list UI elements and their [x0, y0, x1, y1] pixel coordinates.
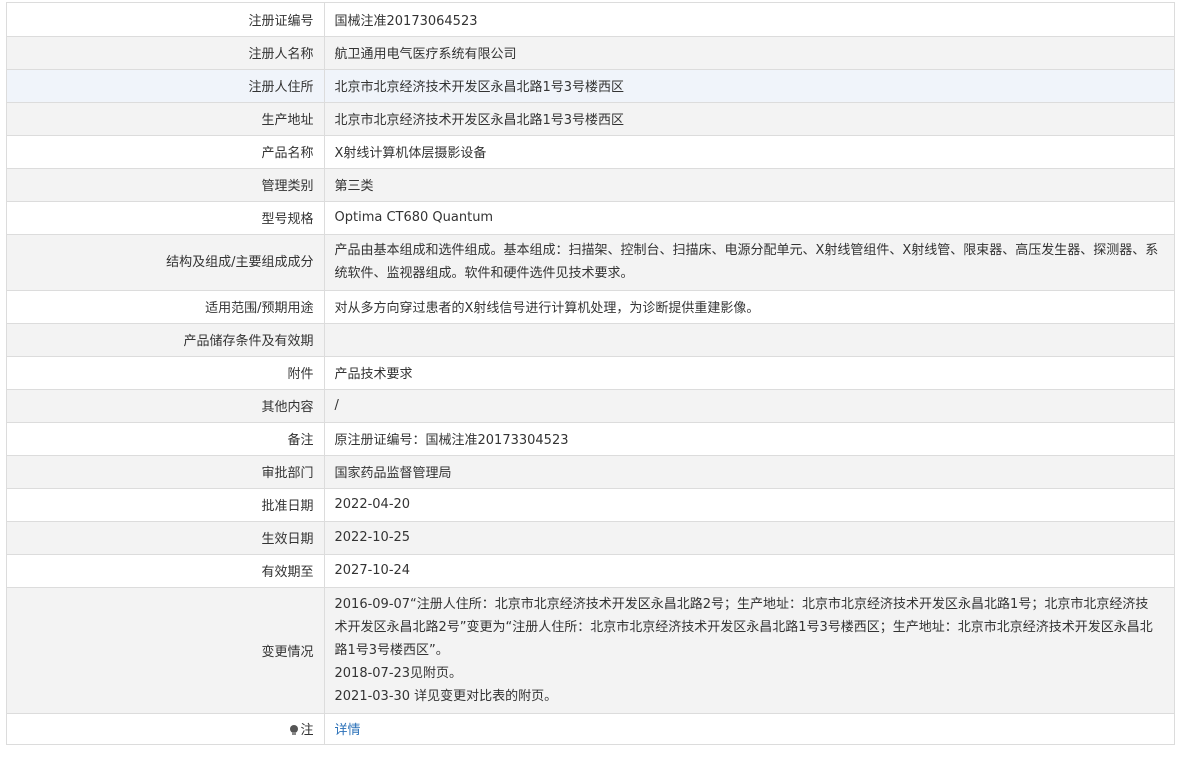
value-registrant-address: 北京市北京经济技术开发区永昌北路1号3号楼西区 [324, 69, 1174, 103]
value-storage-conditions [324, 323, 1174, 357]
registration-detail-table: 注册证编号 国械注准20173064523 注册人名称 航卫通用电气医疗系统有限… [6, 2, 1175, 745]
row-product-name: 产品名称 X射线计算机体层摄影设备 [7, 135, 1174, 169]
row-storage-conditions: 产品储存条件及有效期 [7, 323, 1174, 357]
details-link[interactable]: 详情 [335, 723, 361, 738]
label-model-spec: 型号规格 [7, 201, 325, 235]
row-valid-until: 有效期至 2027-10-24 [7, 554, 1174, 588]
label-structure: 结构及组成/主要组成成分 [7, 234, 325, 291]
value-product-name: X射线计算机体层摄影设备 [324, 135, 1174, 169]
label-intended-use: 适用范围/预期用途 [7, 290, 325, 324]
value-registrant-name: 航卫通用电气医疗系统有限公司 [324, 36, 1174, 70]
row-model-spec: 型号规格 Optima CT680 Quantum [7, 201, 1174, 235]
row-approval-department: 审批部门 国家药品监督管理局 [7, 455, 1174, 489]
label-change-history: 变更情况 [7, 587, 325, 714]
change-history-lines: 2016-09-07“注册人住所：北京市北京经济技术开发区永昌北路2号；生产地址… [335, 591, 1161, 710]
value-registration-number: 国械注准20173064523 [324, 3, 1174, 37]
change-line: 2018-07-23见附页。 [334, 665, 463, 681]
value-note: 详情 [324, 713, 1174, 745]
value-effective-date: 2022-10-25 [324, 521, 1174, 555]
lightbulb-icon [290, 725, 299, 735]
row-other-content: 其他内容 / [7, 389, 1174, 423]
value-remarks: 原注册证编号：国械注准20173304523 [324, 422, 1174, 456]
row-remarks: 备注 原注册证编号：国械注准20173304523 [7, 422, 1174, 456]
label-management-category: 管理类别 [7, 168, 325, 202]
row-intended-use: 适用范围/预期用途 对从多方向穿过患者的X射线信号进行计算机处理，为诊断提供重建… [7, 290, 1174, 324]
value-approval-date: 2022-04-20 [324, 488, 1174, 522]
value-model-spec: Optima CT680 Quantum [324, 201, 1174, 235]
label-other-content: 其他内容 [7, 389, 325, 423]
row-registrant-name: 注册人名称 航卫通用电气医疗系统有限公司 [7, 36, 1174, 70]
label-registrant-name: 注册人名称 [7, 36, 325, 70]
row-note: 注 详情 [7, 713, 1174, 745]
label-registration-number: 注册证编号 [7, 3, 325, 37]
label-valid-until: 有效期至 [7, 554, 325, 588]
value-other-content: / [324, 389, 1174, 423]
value-production-address: 北京市北京经济技术开发区永昌北路1号3号楼西区 [324, 102, 1174, 136]
label-production-address: 生产地址 [7, 102, 325, 136]
value-approval-department: 国家药品监督管理局 [324, 455, 1174, 489]
row-registrant-address: 注册人住所 北京市北京经济技术开发区永昌北路1号3号楼西区 [7, 69, 1174, 103]
row-change-history: 变更情况 2016-09-07“注册人住所：北京市北京经济技术开发区永昌北路2号… [7, 587, 1174, 714]
value-management-category: 第三类 [324, 168, 1174, 202]
label-registrant-address: 注册人住所 [7, 69, 325, 103]
label-remarks: 备注 [7, 422, 325, 456]
value-structure: 产品由基本组成和选件组成。基本组成：扫描架、控制台、扫描床、电源分配单元、X射线… [324, 234, 1174, 291]
label-approval-date: 批准日期 [7, 488, 325, 522]
value-intended-use: 对从多方向穿过患者的X射线信号进行计算机处理，为诊断提供重建影像。 [324, 290, 1174, 324]
label-note: 注 [7, 713, 325, 745]
row-structure: 结构及组成/主要组成成分 产品由基本组成和选件组成。基本组成：扫描架、控制台、扫… [7, 234, 1174, 291]
row-production-address: 生产地址 北京市北京经济技术开发区永昌北路1号3号楼西区 [7, 102, 1174, 136]
row-registration-number: 注册证编号 国械注准20173064523 [7, 3, 1174, 37]
label-approval-department: 审批部门 [7, 455, 325, 489]
note-label: 注 [300, 723, 314, 738]
row-approval-date: 批准日期 2022-04-20 [7, 488, 1174, 522]
value-valid-until: 2027-10-24 [324, 554, 1174, 588]
row-effective-date: 生效日期 2022-10-25 [7, 521, 1174, 555]
change-line: 2016-09-07“注册人住所：北京市北京经济技术开发区永昌北路2号；生产地址… [334, 596, 1153, 658]
value-attachment: 产品技术要求 [324, 356, 1174, 390]
detail-table: 注册证编号 国械注准20173064523 注册人名称 航卫通用电气医疗系统有限… [7, 3, 1174, 745]
label-effective-date: 生效日期 [7, 521, 325, 555]
row-management-category: 管理类别 第三类 [7, 168, 1174, 202]
label-storage-conditions: 产品储存条件及有效期 [7, 323, 325, 357]
change-line: 2021-03-30 详见变更对比表的附页。 [334, 688, 558, 704]
row-attachment: 附件 产品技术要求 [7, 356, 1174, 390]
value-change-history: 2016-09-07“注册人住所：北京市北京经济技术开发区永昌北路2号；生产地址… [324, 587, 1174, 714]
label-product-name: 产品名称 [7, 135, 325, 169]
label-attachment: 附件 [7, 356, 325, 390]
